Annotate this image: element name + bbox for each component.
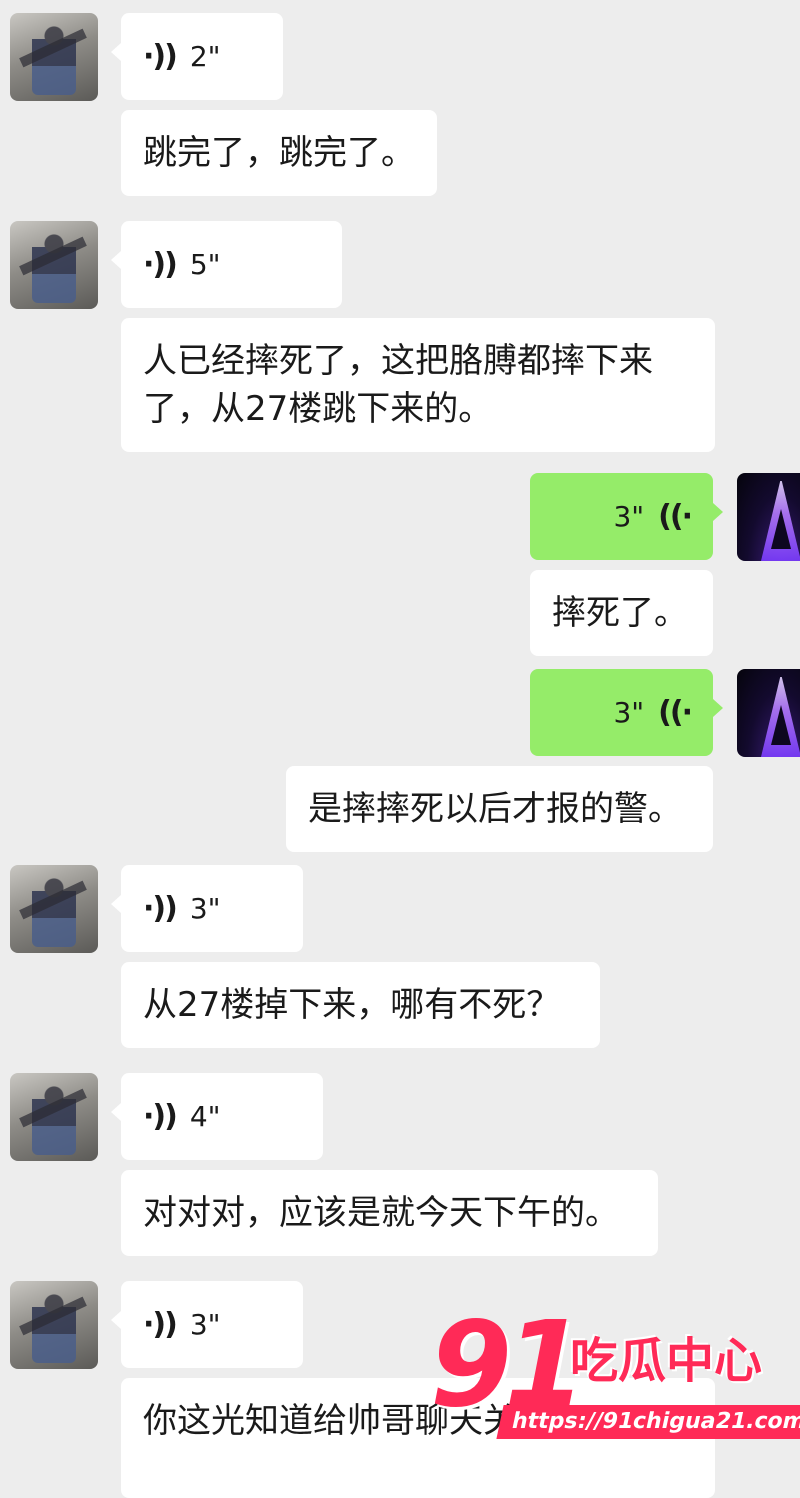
my-avatar[interactable] [737,473,800,561]
voice-duration: 3" [189,1307,221,1341]
message-text: 人已经摔死了，这把胳膊都摔下来了，从27楼跳下来的。 [143,341,653,429]
watermark-url: https://91chigua21.com [496,1405,800,1439]
contact-avatar[interactable] [10,13,98,101]
voice-wave-icon: ·)) [143,1306,178,1342]
voice-duration: 3" [613,499,645,533]
message-text: 对对对，应该是就今天下午的。 [143,1193,619,1233]
voice-wave-icon: ·)) [143,1098,178,1134]
text-message[interactable]: 是摔摔死以后才报的警。 [286,766,713,852]
text-message[interactable]: 对对对，应该是就今天下午的。 [121,1170,658,1256]
message-text: 是摔摔死以后才报的警。 [308,789,682,829]
text-message[interactable]: 跳完了，跳完了。 [121,110,437,196]
my-avatar[interactable] [737,669,800,757]
voice-wave-icon: ·)) [143,38,178,74]
message-text: 从27楼掉下来，哪有不死？ [143,985,561,1025]
site-watermark: 91 吃瓜中心 https://91chigua21.com [430,1305,800,1455]
contact-avatar[interactable] [10,221,98,309]
voice-wave-icon: ((· [658,694,693,730]
watermark-name: 吃瓜中心 [570,1333,763,1389]
text-message[interactable]: 从27楼掉下来，哪有不死？ [121,962,600,1048]
contact-avatar[interactable] [10,1281,98,1369]
text-message[interactable]: 人已经摔死了，这把胳膊都摔下来了，从27楼跳下来的。 [121,318,715,452]
voice-message[interactable]: ·)) 5" [111,221,342,308]
voice-message[interactable]: ·)) 4" [111,1073,323,1160]
message-text: 跳完了，跳完了。 [143,133,415,173]
contact-avatar[interactable] [10,865,98,953]
contact-avatar[interactable] [10,1073,98,1161]
message-text: 摔死了。 [552,593,688,633]
voice-duration: 4" [189,1099,221,1133]
text-message[interactable]: 摔死了。 [530,570,713,656]
voice-duration: 3" [613,695,645,729]
voice-duration: 5" [189,247,221,281]
voice-duration: 2" [189,39,221,73]
voice-wave-icon: ((· [658,498,693,534]
voice-message[interactable]: ·)) 3" [111,865,303,952]
voice-message[interactable]: ·)) 2" [111,13,283,100]
voice-wave-icon: ·)) [143,246,178,282]
voice-message[interactable]: ·)) 3" [111,1281,303,1368]
voice-message[interactable]: 3" ((· [530,669,723,756]
voice-wave-icon: ·)) [143,890,178,926]
voice-duration: 3" [189,891,221,925]
voice-message[interactable]: 3" ((· [530,473,723,560]
